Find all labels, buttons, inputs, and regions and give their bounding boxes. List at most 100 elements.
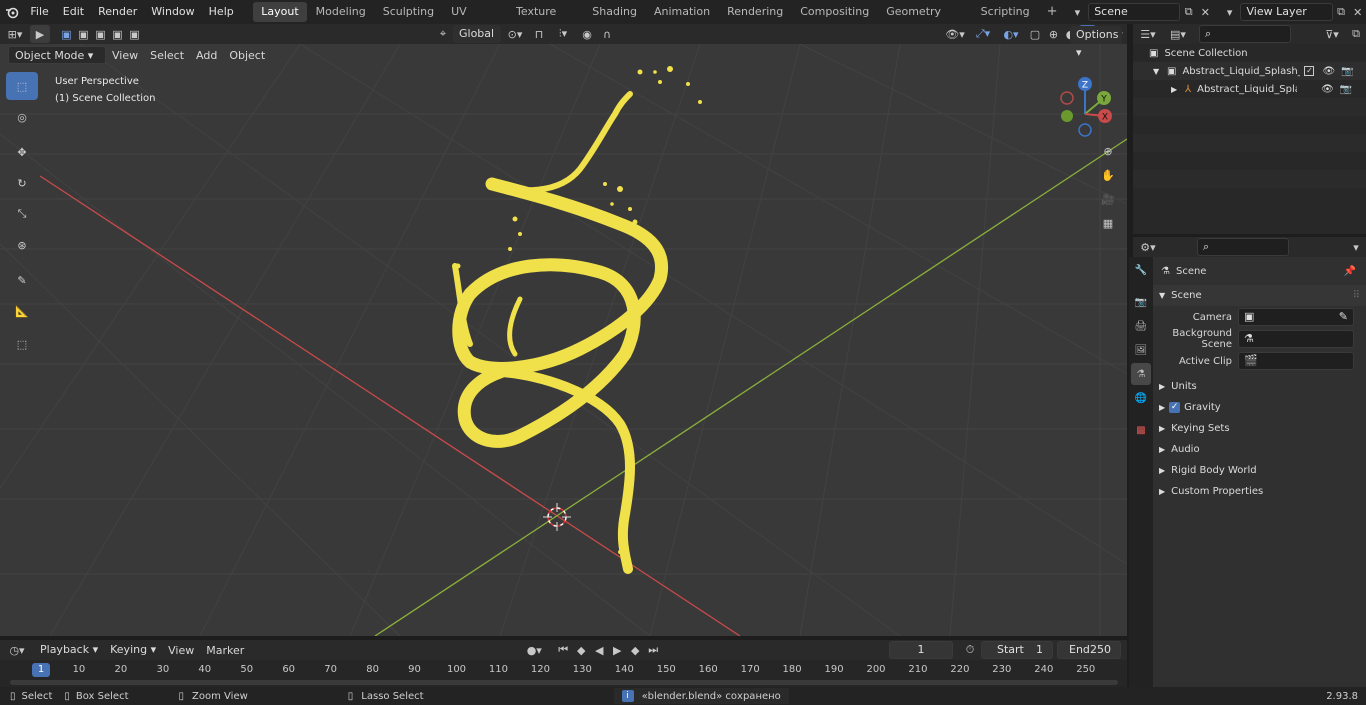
properties-search-input[interactable]: ⌕ [1197, 238, 1289, 256]
properties-editor-type-icon[interactable]: ⚙▾ [1133, 238, 1163, 256]
gravity-checkbox[interactable]: ✓ [1169, 402, 1181, 413]
pivot-point-icon[interactable]: ⊙▾ [501, 25, 529, 43]
visibility-icon[interactable]: 👁▾ [941, 25, 969, 43]
menu-window[interactable]: Window [144, 1, 201, 23]
select-box-tool-icon[interactable]: ⬚ [6, 72, 38, 100]
background-scene-field[interactable]: ⚗ [1238, 330, 1354, 348]
tab-rendering[interactable]: Rendering [719, 2, 791, 22]
outliner-search-input[interactable]: ⌕ [1199, 25, 1291, 43]
camera-field[interactable]: ▣ ✎ [1238, 308, 1354, 326]
outliner-row-collection[interactable]: ▼ ▣ Abstract_Liquid_Splash_Orang ✓ 👁 📷 [1133, 62, 1366, 80]
rigid-body-world-panel-header[interactable]: ▶ Rigid Body World [1153, 460, 1366, 481]
exclude-checkbox-icon[interactable]: ✓ [1304, 66, 1315, 76]
view-layer-tab-icon[interactable]: 🖼 [1131, 339, 1151, 361]
overlays-icon[interactable]: ◐▾ [997, 25, 1025, 43]
tab-shading[interactable]: Shading [584, 2, 645, 22]
scene-name-field[interactable]: Scene [1088, 3, 1181, 21]
output-tab-icon[interactable]: 🖨 [1131, 315, 1151, 337]
gravity-panel-header[interactable]: ▶ ✓ Gravity [1153, 397, 1366, 418]
current-frame-field[interactable]: 1 [889, 641, 953, 659]
status-message[interactable]: i «blender.blend» сохранено [613, 688, 789, 704]
object-mode-dropdown[interactable]: Object Mode ▾ [8, 46, 106, 64]
tab-compositing[interactable]: Compositing [792, 2, 877, 22]
tool-tab-icon[interactable]: 🔧 [1131, 259, 1151, 281]
menu-object[interactable]: Object [223, 49, 271, 62]
outliner-row-root[interactable]: ▣ Scene Collection [1133, 44, 1366, 62]
camera-view-icon[interactable]: 🎥 [1098, 190, 1118, 208]
tab-geometry-nodes[interactable]: Geometry Nodes [878, 2, 971, 38]
xray-icon[interactable]: ▢ [1025, 25, 1045, 43]
menu-render[interactable]: Render [91, 1, 144, 23]
annotate-tool-icon[interactable]: ✎ [6, 266, 38, 294]
select-mode-extend-icon[interactable]: ▣ [75, 25, 92, 43]
end-frame-field[interactable]: End 250 [1057, 641, 1121, 659]
3d-viewport[interactable]: Z Y X User Perspective (1) Scene Collect… [0, 44, 1127, 636]
scene-tab-icon[interactable]: ⚗ [1131, 363, 1151, 385]
gizmo-toggle-icon[interactable]: ⤢▾ [969, 25, 997, 43]
options-dropdown[interactable]: Options ▾ [1070, 26, 1122, 59]
perspective-toggle-icon[interactable]: ▦ [1098, 214, 1118, 232]
drag-handle-icon[interactable]: ⠿ [1353, 290, 1360, 301]
new-collection-icon[interactable]: ⧉ [1346, 25, 1366, 43]
menu-file[interactable]: File [23, 1, 55, 23]
measure-tool-icon[interactable]: 📐 [6, 297, 38, 325]
play-icon[interactable]: ▶ [608, 641, 626, 659]
select-mode-new-icon[interactable]: ▣ [58, 25, 75, 43]
rotate-tool-icon[interactable]: ↻ [6, 169, 38, 197]
cursor-tool-icon[interactable]: ◎ [6, 103, 38, 131]
falloff-icon[interactable]: ∩ [597, 25, 617, 43]
tab-animation[interactable]: Animation [646, 2, 718, 22]
tab-uv-editing[interactable]: UV Editing [443, 2, 507, 38]
custom-properties-panel-header[interactable]: ▶ Custom Properties [1153, 481, 1366, 502]
add-cube-tool-icon[interactable]: ⬚ [6, 330, 38, 358]
menu-help[interactable]: Help [202, 1, 241, 23]
filter-icon[interactable]: ⊽▾ [1318, 25, 1346, 43]
keying-dropdown[interactable]: Keying ▾ [104, 641, 162, 659]
pan-hand-icon[interactable]: ✋ [1098, 166, 1118, 184]
select-tool-icon[interactable]: ▶ [30, 25, 50, 43]
units-panel-header[interactable]: ▶ Units [1153, 376, 1366, 397]
tab-layout[interactable]: Layout [253, 2, 307, 22]
tab-sculpting[interactable]: Sculpting [375, 2, 442, 22]
scale-tool-icon[interactable]: ⤡ [6, 200, 38, 228]
snap-target-icon[interactable]: ⫶▾ [549, 25, 577, 43]
view-layer-field[interactable]: View Layer [1240, 3, 1333, 21]
display-mode-icon[interactable]: ▤▾ [1163, 25, 1193, 43]
orientation-icon[interactable]: ⌖ [433, 25, 453, 43]
render-tab-icon[interactable]: 📷 [1131, 291, 1151, 313]
render-camera-icon[interactable]: 📷 [1341, 66, 1353, 77]
select-mode-subtract-icon[interactable]: ▣ [92, 25, 109, 43]
stopwatch-icon[interactable]: ⏱ [959, 641, 981, 659]
scene-selector-icon[interactable]: ▾ [1067, 3, 1089, 21]
scene-panel-header[interactable]: ▼ Scene ⠿ [1153, 285, 1366, 306]
world-tab-icon[interactable]: 🌐 [1131, 387, 1151, 409]
editor-type-icon[interactable]: ⊞▾ [0, 25, 30, 43]
next-keyframe-icon[interactable]: ◆ [626, 641, 644, 659]
eyedropper-icon[interactable]: ✎ [1339, 309, 1348, 325]
outliner-editor-type-icon[interactable]: ☰▾ [1133, 25, 1163, 43]
expand-arrow-icon[interactable]: ▶ [1171, 85, 1185, 94]
transform-orientation-dropdown[interactable]: Global ▾ [453, 25, 501, 58]
select-mode-intersect-icon[interactable]: ▣ [126, 25, 143, 43]
jump-start-icon[interactable]: ⏮ [554, 641, 572, 659]
keying-sets-panel-header[interactable]: ▶ Keying Sets [1153, 418, 1366, 439]
timeline-scrollbar[interactable] [10, 680, 1118, 685]
gizmo-neg-y[interactable] [1061, 110, 1073, 122]
timeline-editor-type-icon[interactable]: ◷▾ [0, 641, 34, 659]
new-scene-icon[interactable]: ⧉ [1180, 3, 1197, 21]
visibility-eye-icon[interactable]: 👁 [1321, 84, 1334, 95]
outliner-row-object[interactable]: ▶ ⅄ Abstract_Liquid_Splash_( 👁 📷 [1133, 80, 1366, 98]
delete-scene-icon[interactable]: ✕ [1197, 3, 1214, 21]
timeline-ruler[interactable]: 1 10 20 30 40 50 60 70 80 90 100 110 120 130 140 150 160… [0, 660, 1127, 687]
auto-keying-icon[interactable]: ●▾ [520, 641, 548, 659]
active-clip-field[interactable]: 🎬 [1238, 352, 1354, 370]
playback-dropdown[interactable]: Playback ▾ [34, 641, 104, 659]
menu-select[interactable]: Select [144, 49, 190, 62]
visibility-eye-icon[interactable]: 👁 [1322, 66, 1335, 77]
tab-texture-paint[interactable]: Texture Paint [508, 2, 583, 38]
menu-add[interactable]: Add [190, 49, 223, 62]
move-tool-icon[interactable]: ✥ [6, 138, 38, 166]
properties-options-icon[interactable]: ▾ [1346, 238, 1366, 256]
timeline-menu-marker[interactable]: Marker [200, 644, 250, 657]
render-camera-icon[interactable]: 📷 [1340, 84, 1352, 95]
